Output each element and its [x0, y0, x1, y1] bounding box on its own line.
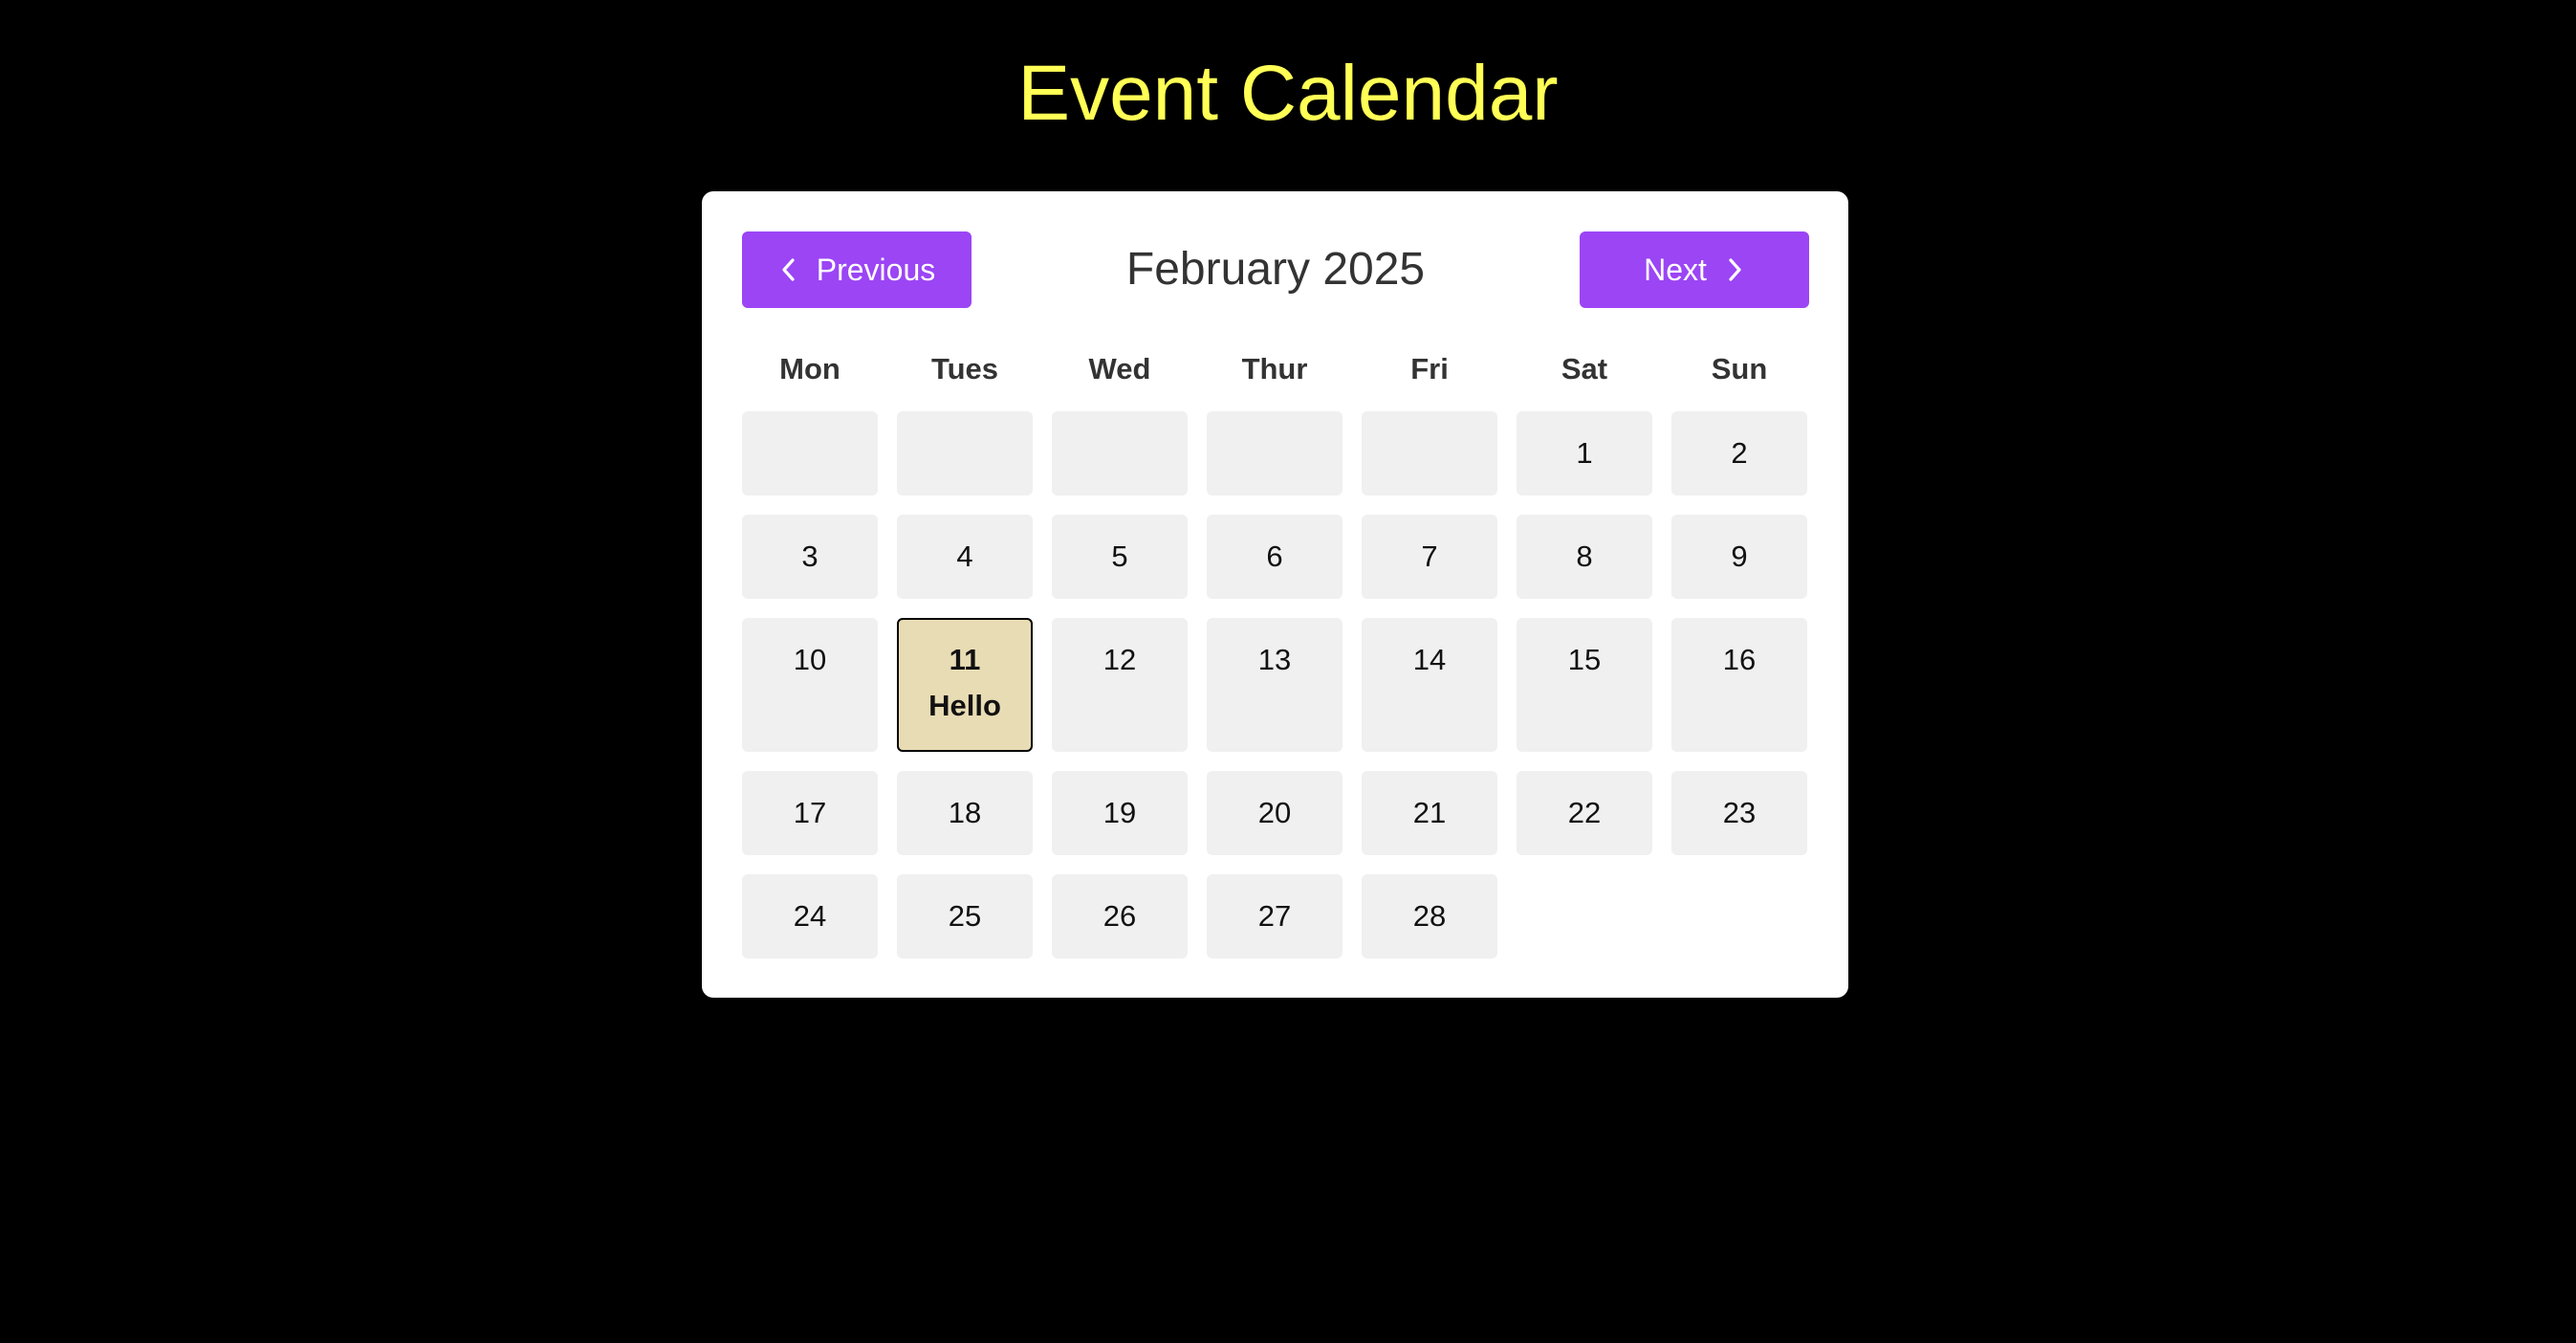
- day-cell[interactable]: 3: [742, 515, 878, 599]
- empty-day-cell: [1362, 411, 1497, 495]
- previous-button[interactable]: Previous: [742, 231, 971, 308]
- empty-day-cell: [1207, 411, 1343, 495]
- chevron-right-icon: [1724, 255, 1745, 284]
- day-cell[interactable]: 25: [897, 874, 1033, 958]
- day-number: 6: [1266, 539, 1283, 573]
- empty-day-cell: [897, 411, 1033, 495]
- weekday-label: Fri: [1410, 352, 1449, 385]
- day-number: 10: [793, 643, 827, 676]
- day-cell[interactable]: 27: [1207, 874, 1343, 958]
- empty-day-cell: [1671, 874, 1807, 958]
- empty-day-cell: [1052, 411, 1188, 495]
- weekday-label: Tues: [930, 352, 999, 385]
- previous-button-label: Previous: [816, 252, 936, 287]
- day-number: 3: [801, 539, 819, 573]
- day-cell[interactable]: 17: [742, 771, 878, 855]
- day-number: 13: [1257, 643, 1292, 676]
- day-number: 1: [1576, 436, 1593, 470]
- day-number: 25: [948, 899, 982, 933]
- day-cell[interactable]: 22: [1517, 771, 1652, 855]
- day-cell[interactable]: 19: [1052, 771, 1188, 855]
- day-cell[interactable]: 18: [897, 771, 1033, 855]
- day-cell[interactable]: 28: [1362, 874, 1497, 958]
- next-button-label: Next: [1644, 252, 1707, 287]
- day-number: 27: [1257, 899, 1292, 933]
- empty-day-cell: [1517, 874, 1652, 958]
- day-number: 21: [1412, 796, 1447, 829]
- day-cell[interactable]: 2: [1671, 411, 1807, 495]
- day-number: 26: [1102, 899, 1137, 933]
- page: Event Calendar Previous February 2025 Ne…: [0, 0, 2576, 1343]
- day-cell[interactable]: 9: [1671, 515, 1807, 599]
- day-cell[interactable]: 15: [1517, 618, 1652, 752]
- day-number: 2: [1731, 436, 1748, 470]
- chevron-left-icon: [778, 255, 799, 284]
- day-grid: 1 2 3 4 5 6 7 8 9 10 11 Hello 12 13 14 15 16 17 18 19 20 21 22…: [742, 411, 1807, 958]
- weekday-header: Mon Tues Wed Thur Fri Sat Sun: [742, 342, 1807, 396]
- day-number: 22: [1567, 796, 1602, 829]
- day-number: 4: [956, 539, 973, 573]
- day-cell[interactable]: 8: [1517, 515, 1652, 599]
- weekday-label: Thur: [1241, 352, 1308, 385]
- day-number: 16: [1722, 643, 1757, 676]
- day-cell[interactable]: 16: [1671, 618, 1807, 752]
- next-button[interactable]: Next: [1580, 231, 1809, 308]
- day-number: 12: [1102, 643, 1137, 676]
- weekday-label: Mon: [779, 352, 840, 385]
- day-cell[interactable]: 20: [1207, 771, 1343, 855]
- day-cell[interactable]: 26: [1052, 874, 1188, 958]
- weekday-label: Sat: [1561, 352, 1608, 385]
- month-label: February 2025: [1125, 244, 1426, 295]
- day-cell[interactable]: 13: [1207, 618, 1343, 752]
- day-number: 23: [1722, 796, 1757, 829]
- day-number: 5: [1111, 539, 1128, 573]
- empty-day-cell: [742, 411, 878, 495]
- event-title[interactable]: Hello: [899, 689, 1031, 723]
- day-cell-with-event[interactable]: 11 Hello: [897, 618, 1033, 752]
- day-cell[interactable]: 5: [1052, 515, 1188, 599]
- day-number: 20: [1257, 796, 1292, 829]
- day-cell[interactable]: 7: [1362, 515, 1497, 599]
- weekday-label: Sun: [1711, 352, 1768, 385]
- day-number: 7: [1421, 539, 1438, 573]
- day-number: 8: [1576, 539, 1593, 573]
- calendar-card: Previous February 2025 Next Mon Tues Wed…: [702, 191, 1848, 998]
- weekday-label: Wed: [1088, 352, 1151, 385]
- day-cell[interactable]: 14: [1362, 618, 1497, 752]
- page-title: Event Calendar: [1017, 50, 1559, 137]
- day-number: 17: [793, 796, 827, 829]
- day-cell[interactable]: 23: [1671, 771, 1807, 855]
- day-number: 11: [949, 643, 981, 676]
- day-number: 15: [1567, 643, 1602, 676]
- day-cell[interactable]: 6: [1207, 515, 1343, 599]
- day-number: 18: [948, 796, 982, 829]
- day-number: 19: [1102, 796, 1137, 829]
- day-number: 14: [1412, 643, 1447, 676]
- day-number: 24: [793, 899, 827, 933]
- day-cell[interactable]: 1: [1517, 411, 1652, 495]
- day-cell[interactable]: 12: [1052, 618, 1188, 752]
- day-cell[interactable]: 24: [742, 874, 878, 958]
- day-cell[interactable]: 10: [742, 618, 878, 752]
- day-number: 28: [1412, 899, 1447, 933]
- day-cell[interactable]: 21: [1362, 771, 1497, 855]
- day-number: 9: [1731, 539, 1748, 573]
- day-cell[interactable]: 4: [897, 515, 1033, 599]
